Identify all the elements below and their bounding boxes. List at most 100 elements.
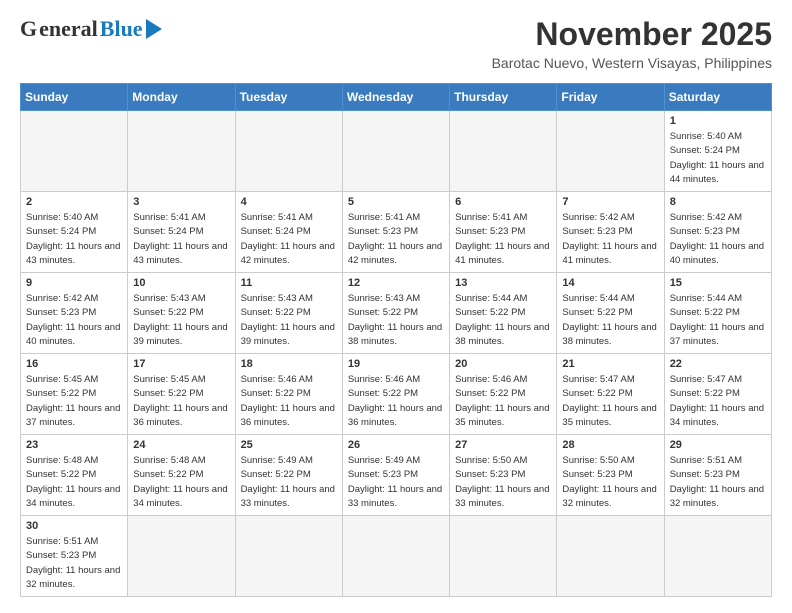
daylight-text: Daylight: 11 hours and 42 minutes.: [241, 241, 335, 266]
calendar-cell: 11 Sunrise: 5:43 AM Sunset: 5:22 PM Dayligh…: [235, 273, 342, 354]
day-info: Sunrise: 5:50 AMSunset: 5:23 PMDaylight:…: [455, 454, 551, 511]
calendar-cell: [342, 516, 449, 597]
day-number: 13: [455, 277, 551, 289]
day-number: 4: [241, 196, 337, 208]
calendar-cell: [128, 516, 235, 597]
daylight-text: Daylight: 11 hours and 35 minutes.: [455, 403, 549, 428]
daylight-text: Daylight: 11 hours and 43 minutes.: [26, 241, 120, 266]
day-number: 16: [26, 358, 122, 370]
day-info: Sunrise: 5:40 AMSunset: 5:24 PMDaylight:…: [670, 130, 766, 187]
sunset-text: Sunset: 5:23 PM: [562, 226, 632, 237]
daylight-text: Daylight: 11 hours and 41 minutes.: [562, 241, 656, 266]
sunrise-text: Sunrise: 5:43 AM: [348, 293, 420, 304]
sunset-text: Sunset: 5:22 PM: [348, 388, 418, 399]
day-info: Sunrise: 5:41 AMSunset: 5:23 PMDaylight:…: [348, 211, 444, 268]
logo-triangle-icon: [146, 19, 162, 39]
calendar-cell: 16Sunrise: 5:45 AMSunset: 5:22 PMDayligh…: [21, 354, 128, 435]
daylight-text: Daylight: 11 hours and 34 minutes.: [670, 403, 764, 428]
sunset-text: Sunset: 5:23 PM: [670, 469, 740, 480]
day-info: Sunrise: 5:41 AMSunset: 5:23 PMDaylight:…: [455, 211, 551, 268]
day-info: Sunrise: 5:49 AMSunset: 5:22 PMDaylight:…: [241, 454, 337, 511]
month-year-title: November 2025: [492, 16, 772, 53]
day-info: Sunrise: 5:43 AM Sunset: 5:22 PM Daylight:…: [241, 292, 337, 349]
logo: G eneral Blue: [20, 16, 162, 42]
calendar-cell: 12Sunrise: 5:43 AMSunset: 5:22 PMDayligh…: [342, 273, 449, 354]
sunset-text: Sunset: 5:22 PM: [241, 388, 311, 399]
day-number: 11: [241, 277, 337, 289]
calendar-cell: 29Sunrise: 5:51 AMSunset: 5:23 PMDayligh…: [664, 435, 771, 516]
sunset-text: Sunset: 5:22 PM: [562, 388, 632, 399]
day-info: Sunrise: 5:40 AMSunset: 5:24 PMDaylight:…: [26, 211, 122, 268]
calendar-cell: 22Sunrise: 5:47 AMSunset: 5:22 PMDayligh…: [664, 354, 771, 435]
calendar-cell: 27 Sunrise: 5:50 AMSunset: 5:23 PMDayligh…: [450, 435, 557, 516]
location-subtitle: Barotac Nuevo, Western Visayas, Philippi…: [492, 55, 772, 71]
day-number: 27: [455, 439, 551, 451]
daylight-text: Daylight: 11 hours and 34 minutes.: [26, 484, 120, 509]
calendar-cell: 24Sunrise: 5:48 AMSunset: 5:22 PMDayligh…: [128, 435, 235, 516]
day-info: Sunrise: 5:42 AMSunset: 5:23 PMDaylight:…: [670, 211, 766, 268]
sunrise-text: Sunrise: 5:47 AM: [670, 374, 742, 385]
day-info: Sunrise: 5:41 AMSunset: 5:24 PMDaylight:…: [133, 211, 229, 268]
sunrise-text: Sunrise: 5:43 AM: [241, 293, 313, 304]
sunrise-text: Sunrise: 5:41 AM: [133, 212, 205, 223]
calendar-cell: 15Sunrise: 5:44 AMSunset: 5:22 PMDayligh…: [664, 273, 771, 354]
sunset-text: Sunset: 5:23 PM: [26, 307, 96, 318]
daylight-text: Daylight: 11 hours and 33 minutes.: [455, 484, 549, 509]
logo-area: G eneral Blue: [20, 16, 162, 42]
sunrise-text: Sunrise: 5:50 AM: [562, 455, 634, 466]
sunrise-text: Sunrise: 5:50 AM: [455, 455, 527, 466]
calendar-week-2: 2Sunrise: 5:40 AMSunset: 5:24 PMDaylight…: [21, 192, 772, 273]
calendar-cell: 20Sunrise: 5:46 AMSunset: 5:22 PMDayligh…: [450, 354, 557, 435]
daylight-text: Daylight: 11 hours and 35 minutes.: [562, 403, 656, 428]
daylight-text: Daylight: 11 hours and 38 minutes.: [562, 322, 656, 347]
daylight-text: Daylight: 11 hours and 40 minutes.: [26, 322, 120, 347]
sunset-text: Sunset: 5:23 PM: [670, 226, 740, 237]
calendar-cell: 7Sunrise: 5:42 AMSunset: 5:23 PMDaylight…: [557, 192, 664, 273]
day-number: 18: [241, 358, 337, 370]
calendar-cell: [450, 516, 557, 597]
day-info: Sunrise: 5:48 AMSunset: 5:22 PMDaylight:…: [26, 454, 122, 511]
day-number: 1: [670, 115, 766, 127]
calendar-cell: 26Sunrise: 5:49 AMSunset: 5:23 PMDayligh…: [342, 435, 449, 516]
calendar-cell: [557, 516, 664, 597]
daylight-text: Daylight: 11 hours and 37 minutes.: [670, 322, 764, 347]
sunrise-text: Sunrise: 5:44 AM: [562, 293, 634, 304]
sunset-text: Sunset: 5:22 PM: [348, 307, 418, 318]
daylight-text: Daylight: 11 hours and 39 minutes.: [241, 322, 335, 347]
day-info: Sunrise: 5:46 AMSunset: 5:22 PMDaylight:…: [348, 373, 444, 430]
day-number: 22: [670, 358, 766, 370]
daylight-text: Daylight: 11 hours and 44 minutes.: [670, 160, 764, 185]
daylight-text: Daylight: 11 hours and 33 minutes.: [348, 484, 442, 509]
header-tuesday: Tuesday: [235, 84, 342, 111]
daylight-text: Daylight: 11 hours and 40 minutes.: [670, 241, 764, 266]
day-number: 10: [133, 277, 229, 289]
daylight-text: Daylight: 11 hours and 32 minutes.: [670, 484, 764, 509]
day-number: 19: [348, 358, 444, 370]
daylight-text: Daylight: 11 hours and 41 minutes.: [455, 241, 549, 266]
sunset-text: Sunset: 5:22 PM: [133, 388, 203, 399]
sunrise-text: Sunrise: 5:44 AM: [455, 293, 527, 304]
calendar-cell: [128, 111, 235, 192]
sunset-text: Sunset: 5:23 PM: [348, 469, 418, 480]
daylight-text: Daylight: 11 hours and 32 minutes.: [562, 484, 656, 509]
page-header: G eneral Blue November 2025 Barotac Nuev…: [20, 16, 772, 71]
day-number: 3: [133, 196, 229, 208]
sunset-text: Sunset: 5:24 PM: [241, 226, 311, 237]
sunset-text: Sunset: 5:23 PM: [26, 550, 96, 561]
day-info: Sunrise: 5:42 AMSunset: 5:23 PMDaylight:…: [562, 211, 658, 268]
sunset-text: Sunset: 5:23 PM: [348, 226, 418, 237]
logo-general-text: eneral: [39, 16, 98, 42]
daylight-text: Daylight: 11 hours and 39 minutes.: [133, 322, 227, 347]
day-info: Sunrise: 5:46 AMSunset: 5:22 PMDaylight:…: [455, 373, 551, 430]
day-number: 9: [26, 277, 122, 289]
sunrise-text: Sunrise: 5:40 AM: [26, 212, 98, 223]
sunset-text: Sunset: 5:22 PM: [455, 388, 525, 399]
calendar-cell: [21, 111, 128, 192]
day-number: 23: [26, 439, 122, 451]
daylight-text: Daylight: 11 hours and 36 minutes.: [241, 403, 335, 428]
header-sunday: Sunday: [21, 84, 128, 111]
sunset-text: Sunset: 5:22 PM: [241, 307, 311, 318]
day-info: Sunrise: 5:49 AMSunset: 5:23 PMDaylight:…: [348, 454, 444, 511]
daylight-text: Daylight: 11 hours and 36 minutes.: [133, 403, 227, 428]
day-info: Sunrise: 5:50 AMSunset: 5:23 PMDaylight:…: [562, 454, 658, 511]
